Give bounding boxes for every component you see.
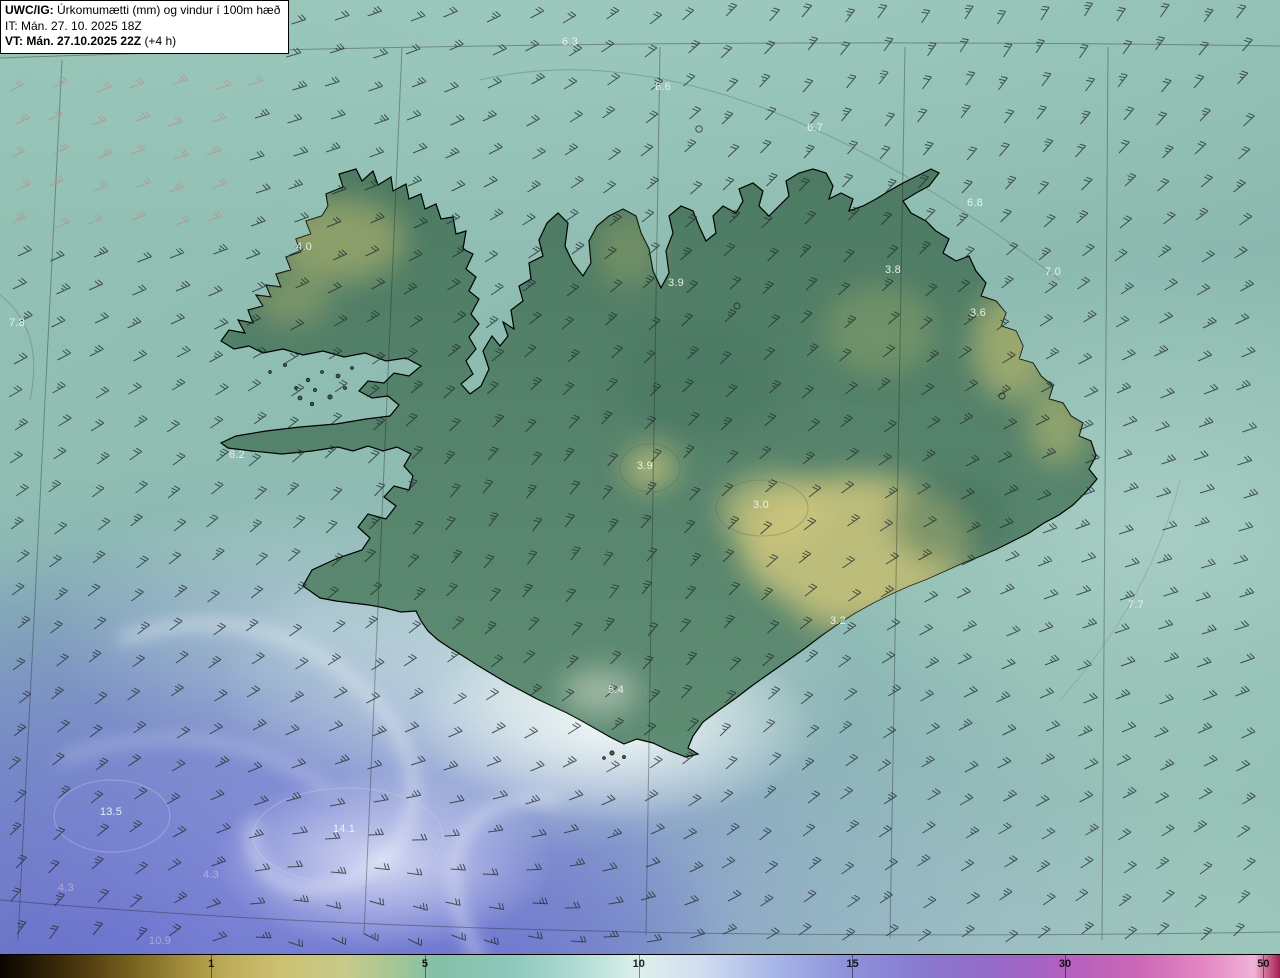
colorbar-tick-label: 30	[1058, 958, 1072, 970]
init-time: IT: Mán. 27. 10. 2025 18Z	[5, 18, 142, 33]
colorbar-ticks: 1 5 10 15 30 50	[0, 955, 1280, 978]
iceland-landmass	[219, 125, 1098, 760]
colorbar: 1 5 10 15 30 50	[0, 954, 1280, 978]
colorbar-tick-label: 50	[1257, 958, 1270, 970]
map-title: UWC/IG: Úrkomumætti (mm) og vindur í 100…	[5, 3, 281, 17]
colorbar-tick-label: 15	[846, 958, 859, 970]
map-canvas	[0, 2, 1280, 963]
weather-map: 6.3 6.6 6.7 6.8 7.0 7.8 4.0 3.9 3.8 3.6 6.2 3.9 3.0 3…	[0, 0, 1280, 978]
colorbar-tick-label: 1	[208, 958, 215, 970]
wind-barbs-tinted	[9, 74, 264, 229]
title-box: UWC/IG: Úrkomumætti (mm) og vindur í 100…	[0, 0, 290, 54]
valid-time: VT: Mán. 27.10.2025 22Z (+4 h)	[5, 34, 177, 49]
colorbar-tick-label: 5	[421, 958, 429, 970]
colorbar-tick-label: 10	[632, 958, 645, 970]
